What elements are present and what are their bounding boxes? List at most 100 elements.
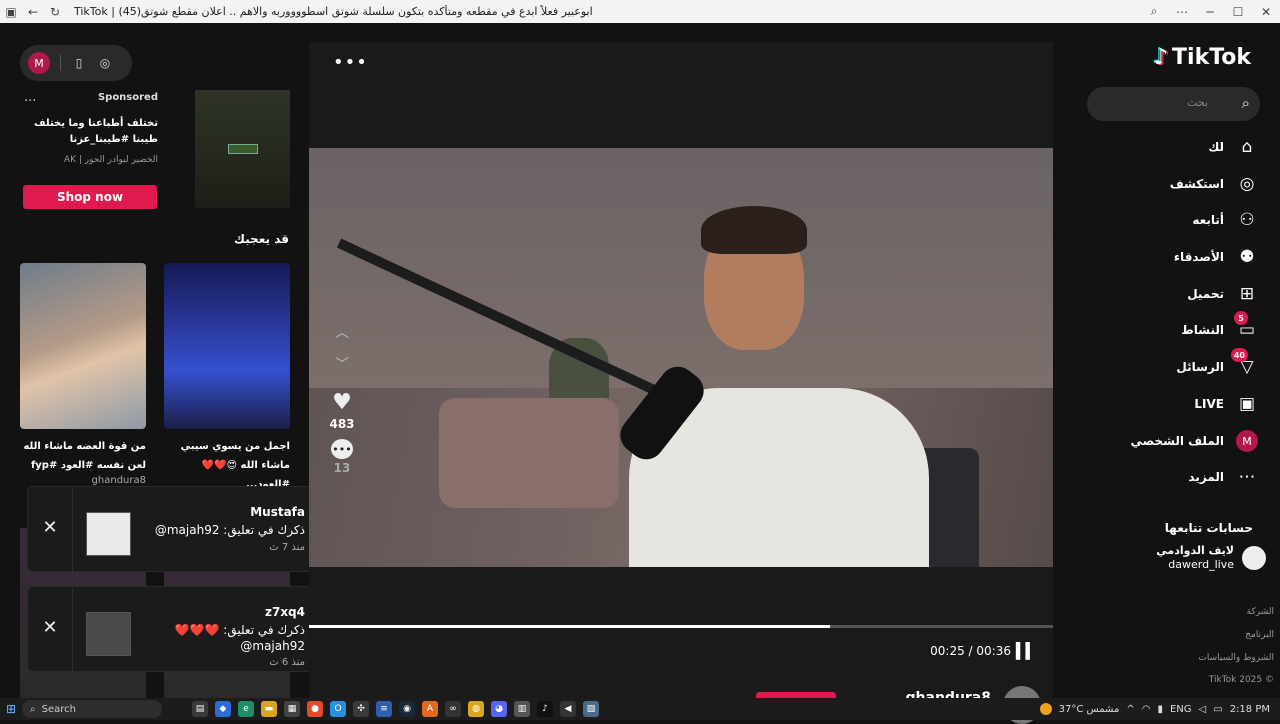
card-caption: من قوة العضه ماشاء الله لعن نفسه #العود …: [23, 441, 146, 471]
video-player[interactable]: ••• ︿ ﹀ ♥ 483 ••• 13 00:25 / 00:36 ▍▍ gh…: [309, 42, 1053, 724]
wifi-icon[interactable]: ◠: [1142, 704, 1151, 715]
app-icon[interactable]: ◍: [468, 701, 484, 717]
system-tray: 37°C مشمس ^ ◠ ▮ ENG ◁ ▭ 2:18 PM: [1039, 703, 1280, 715]
discord-icon[interactable]: ◕: [491, 701, 507, 717]
footer-link-company[interactable]: الشركة: [1247, 607, 1274, 617]
ad-brand: الخضير لبوادر الحور | AK: [63, 155, 158, 165]
notification-text-mention: majah92@: [240, 639, 305, 653]
ad-more-icon[interactable]: ...: [24, 90, 36, 105]
store-icon[interactable]: ▦: [284, 701, 300, 717]
notification-username: z7xq4: [264, 605, 305, 619]
tiktok-logo[interactable]: ♪ TikTok: [1154, 45, 1251, 70]
nav-item-upload[interactable]: تحميل ⊞: [1187, 280, 1260, 308]
search-placeholder: بحث: [1187, 96, 1208, 109]
more-options-icon[interactable]: •••: [333, 52, 368, 73]
search-icon[interactable]: ⌕: [1242, 94, 1250, 112]
notification-time: منذ 6 ث: [269, 657, 305, 668]
tiktok-app: M ▯ ◎ ... Sponsored تختلف أطباعنا وما يخ…: [0, 23, 1280, 724]
reload-icon[interactable]: ↻: [44, 0, 66, 23]
close-icon[interactable]: ✕: [40, 617, 60, 638]
compass-icon[interactable]: ◎: [97, 56, 113, 70]
notification-text: ذكرك في تعليق: ❤️❤️❤️: [174, 623, 305, 637]
steam-icon[interactable]: ◉: [399, 701, 415, 717]
ad-sponsored-label: Sponsored: [97, 92, 158, 103]
tiktok-taskbar-icon[interactable]: ♪: [537, 701, 553, 717]
close-icon[interactable]: ✕: [40, 517, 60, 538]
video-thumbnail[interactable]: [20, 263, 146, 429]
following-account[interactable]: لايف الدوادمي dawerd_live: [1156, 544, 1266, 572]
nav-item-live[interactable]: LIVE ▣: [1194, 390, 1260, 418]
chevron-down-icon[interactable]: ﹀: [323, 354, 361, 386]
footer-copyright: © 2025 TikTok: [1208, 675, 1274, 685]
ad-thumbnail[interactable]: [195, 90, 290, 208]
weather-icon[interactable]: [1039, 703, 1052, 715]
user-avatar[interactable]: M: [28, 52, 50, 74]
close-window-button[interactable]: ✕: [1252, 0, 1280, 23]
suggested-card[interactable]: من قوة العضه ماشاء الله لعن نفسه #العود …: [20, 263, 146, 487]
friends-icon: ⚉: [1239, 247, 1255, 267]
nav-item-activity[interactable]: النشاط ▭ 5: [1181, 311, 1260, 344]
following-accounts-title: حسابات تتابعها: [1164, 521, 1253, 535]
live-icon: ▣: [1238, 394, 1256, 414]
video-thumbnail[interactable]: [164, 263, 290, 429]
chevron-up-icon[interactable]: ︿: [323, 322, 361, 354]
sponsored-ad: ... Sponsored تختلف أطباعنا وما يختلف طي…: [20, 90, 290, 210]
zoom-icon[interactable]: ⌕: [1140, 0, 1168, 23]
profile-avatar: M: [1236, 430, 1258, 452]
pause-icon[interactable]: ▍▍: [1016, 642, 1037, 660]
volume-icon[interactable]: ◁: [1199, 704, 1207, 715]
chevron-up-icon[interactable]: ^: [1126, 704, 1134, 715]
progress-bar[interactable]: [309, 625, 1053, 628]
avatar: [1242, 546, 1266, 570]
taskbar-search[interactable]: ⌕ Search: [22, 700, 162, 718]
comment-icon[interactable]: •••: [331, 439, 353, 459]
microphone-icon[interactable]: ▮: [1157, 704, 1163, 715]
lang-label[interactable]: ENG: [1170, 704, 1192, 715]
app-icon[interactable]: ▥: [514, 701, 530, 717]
chrome-icon[interactable]: ●: [307, 701, 323, 717]
notification-text: ذكرك في تعليق: majah92@: [154, 523, 305, 537]
app-icon[interactable]: ≡: [376, 701, 392, 717]
app-icon[interactable]: ✣: [353, 701, 369, 717]
upload-icon: ⊞: [1239, 284, 1255, 304]
nav-item-for-you[interactable]: لك ⌂: [1208, 133, 1260, 161]
video-frame[interactable]: [309, 148, 1053, 567]
more-icon: ⋯: [1238, 467, 1256, 487]
weather-label[interactable]: 37°C مشمس: [1059, 704, 1120, 715]
back-icon[interactable]: ←: [22, 0, 44, 23]
nav-item-more[interactable]: المزيد ⋯: [1188, 463, 1260, 491]
windows-start-icon[interactable]: ⊞: [0, 702, 22, 716]
clock[interactable]: 2:18 PM: [1230, 704, 1270, 715]
task-view-icon[interactable]: ▤: [192, 701, 208, 717]
shop-now-button[interactable]: Shop now: [23, 185, 157, 209]
footer-link-terms[interactable]: الشروط والسياسات: [1198, 653, 1274, 663]
nav-item-friends[interactable]: الأصدقاء ⚉: [1174, 243, 1260, 271]
edge-icon[interactable]: e: [238, 701, 254, 717]
tiktok-note-icon: ♪: [1154, 45, 1169, 70]
left-toolbar: M ▯ ◎: [20, 45, 132, 81]
nav-item-following[interactable]: أتابعه ⚇: [1192, 206, 1260, 234]
search-input[interactable]: بحث ⌕: [1087, 87, 1260, 121]
menu-icon[interactable]: ⋯: [1168, 0, 1196, 23]
heart-icon[interactable]: ♥: [323, 390, 361, 415]
notification-time: منذ 7 ث: [269, 542, 305, 553]
app-icon[interactable]: ◀: [560, 701, 576, 717]
footer-link-program[interactable]: البرنامج: [1245, 630, 1274, 640]
copilot-icon[interactable]: ◆: [215, 701, 231, 717]
nav-item-explore[interactable]: استكشف ◎: [1170, 170, 1260, 198]
battery-icon[interactable]: ▭: [1213, 704, 1222, 715]
nav-item-profile[interactable]: الملف الشخصي M: [1131, 427, 1260, 455]
suggested-card[interactable]: اجمل من يسوي سيبي ماشاء الله 😍❤️❤️ #العو…: [164, 263, 290, 506]
app-icon[interactable]: A: [422, 701, 438, 717]
file-explorer-icon[interactable]: ▬: [261, 701, 277, 717]
outlook-icon[interactable]: O: [330, 701, 346, 717]
maximize-button[interactable]: ☐: [1224, 0, 1252, 23]
app-icon[interactable]: ▧: [583, 701, 599, 717]
nav-item-messages[interactable]: الرسائل ▽ 40: [1176, 348, 1260, 381]
minimize-button[interactable]: ─: [1196, 0, 1224, 23]
activity-badge: 5: [1234, 311, 1248, 325]
phone-icon[interactable]: ▯: [71, 56, 87, 70]
window-titlebar: ▣ ← ↻ TikTok | ابوعبير فعلاً ابدع في مقط…: [0, 0, 1280, 23]
app-icon[interactable]: ∞: [445, 701, 461, 717]
windows-taskbar: ⊞ ⌕ Search ▤ ◆ e ▬ ▦ ● O ✣ ≡ ◉ A ∞ ◍ ◕ ▥…: [0, 698, 1280, 720]
